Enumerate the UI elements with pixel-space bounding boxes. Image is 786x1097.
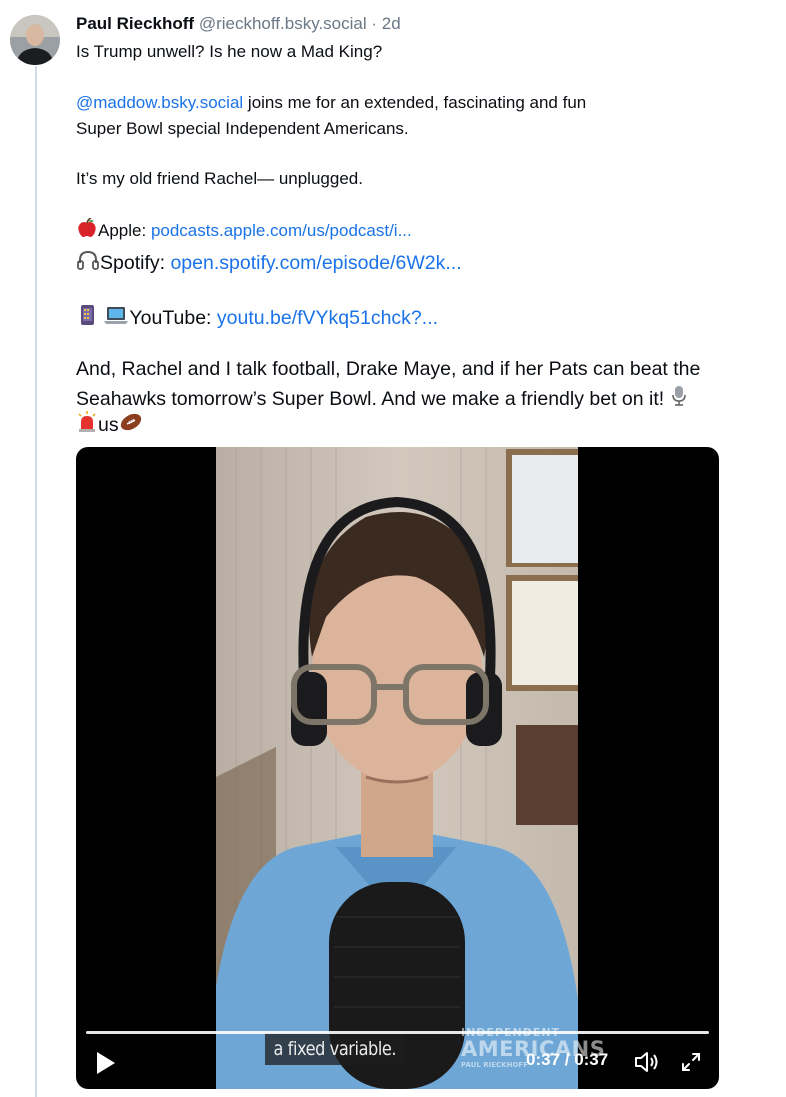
mention-link[interactable]: @maddow.bsky.social [76,93,243,112]
video-caption: a fixed variable. [265,1033,405,1065]
apple-podcast-link[interactable]: podcasts.apple.com/us/podcast/i... [151,221,412,240]
spotify-line: Spotify: open.spotify.com/episode/6W2k..… [76,249,462,277]
post-text-line-1: Is Trump unwell? Is he now a Mad King? [76,42,383,61]
apple-label: Apple: [98,221,151,240]
apple-icon [76,217,98,243]
youtube-link[interactable]: youtu.be/fVYkq51chck?... [217,307,438,329]
youtube-line: YouTube: youtu.be/fVYkq51chck?... [76,304,438,332]
spotify-link[interactable]: open.spotify.com/episode/6W2k... [170,252,461,274]
laptop-icon [103,304,129,332]
fullscreen-button[interactable] [679,1050,703,1074]
post-header: Paul Rieckhoff @rieckhoff.bsky.social · … [76,14,401,34]
microphone-icon [670,385,688,413]
mobile-phone-icon [76,304,98,332]
volume-button[interactable] [633,1050,661,1074]
play-button[interactable] [94,1050,118,1076]
thread-line [35,66,37,1097]
football-icon [119,411,143,439]
apple-line: Apple: podcasts.apple.com/us/podcast/i..… [76,217,412,243]
author-handle[interactable]: @rieckhoff.bsky.social [199,14,367,33]
post-time[interactable]: 2d [382,14,401,33]
author-name[interactable]: Paul Rieckhoff [76,14,194,33]
siren-icon [76,411,98,439]
video-player[interactable]: a fixed variable. INDEPENDENT AMERICANS … [76,447,719,1089]
video-progress-bar[interactable] [86,1031,709,1034]
post-text-line-3: Super Bowl special Independent Americans… [76,119,409,138]
post-paragraph-line-2: Seahawks tomorrow’s Super Bowl. And we m… [76,385,688,413]
headphones-icon [76,249,100,277]
separator: · [366,14,382,33]
post-paragraph-line-2-text: Seahawks tomorrow’s Super Bowl. And we m… [76,388,665,410]
video-frame [216,447,578,1089]
post-text-line-2-rest: joins me for an extended, fascinating an… [243,93,587,112]
post-text-line-4: It’s my old friend Rachel— unplugged. [76,169,363,188]
spotify-label: Spotify: [100,252,171,274]
post-text-line-2: @maddow.bsky.social joins me for an exte… [76,93,586,113]
video-time: 0:37 / 0:37 [526,1050,609,1069]
youtube-label: YouTube: [129,307,217,329]
avatar[interactable] [10,15,60,65]
post-paragraph-line-3-text: us [98,414,119,436]
post-paragraph-line-3: us [76,411,143,439]
post-paragraph-line-1: And, Rachel and I talk football, Drake M… [76,358,701,380]
